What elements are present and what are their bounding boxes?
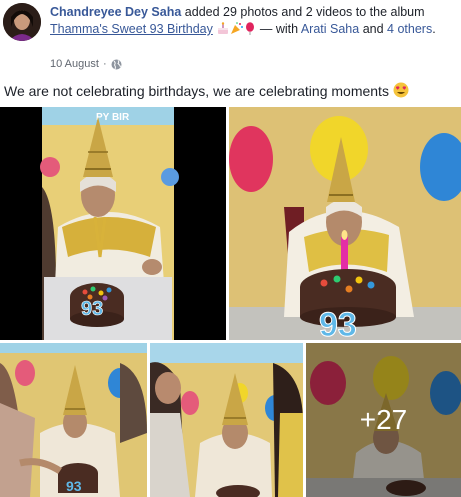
post-date-link[interactable]: 10 August — [50, 58, 99, 70]
post-caption: We are not celebrating birthdays, we are… — [4, 82, 409, 101]
more-photos-overlay[interactable]: +27 — [306, 343, 461, 497]
tagged-person-link[interactable]: Arati Saha — [301, 22, 359, 36]
avatar[interactable] — [3, 3, 41, 41]
and-text: and — [359, 22, 388, 36]
cake-number: 93 — [81, 298, 103, 320]
meta-separator: · — [102, 58, 107, 70]
more-photos-count: +27 — [359, 404, 408, 435]
photo-3[interactable]: 93 — [0, 343, 147, 497]
cake-emoji — [216, 22, 230, 40]
cake-number: 93 — [319, 306, 357, 340]
author-link[interactable]: Chandreyee Dey Saha — [50, 5, 181, 19]
birthday-banner: PY BIR — [96, 112, 130, 123]
with-text: — with — [259, 22, 301, 36]
party-popper-emoji — [230, 22, 244, 40]
photo-2[interactable]: 93 — [229, 107, 461, 340]
photo-4[interactable] — [150, 343, 303, 497]
action-text: added 29 photos and 2 videos to the albu… — [181, 5, 425, 19]
cake-number: 93 — [66, 478, 82, 494]
post-header: Chandreyee Dey Saha added 29 photos and … — [0, 0, 461, 80]
photo-5-more[interactable]: +27 — [306, 343, 461, 497]
post-meta: 10 August · — [50, 58, 122, 70]
heart-eyes-emoji — [393, 82, 409, 101]
globe-icon[interactable] — [111, 59, 122, 70]
album-link[interactable]: Thamma's Sweet 93 Birthday — [50, 22, 213, 36]
photo-1[interactable]: PY BIR 93 — [0, 107, 226, 340]
post-headline: Chandreyee Dey Saha added 29 photos and … — [50, 4, 455, 40]
caption-text: We are not celebrating birthdays, we are… — [4, 83, 389, 99]
others-link[interactable]: 4 others — [387, 22, 432, 36]
end-text: . — [432, 22, 436, 36]
balloon-emoji — [244, 22, 256, 40]
